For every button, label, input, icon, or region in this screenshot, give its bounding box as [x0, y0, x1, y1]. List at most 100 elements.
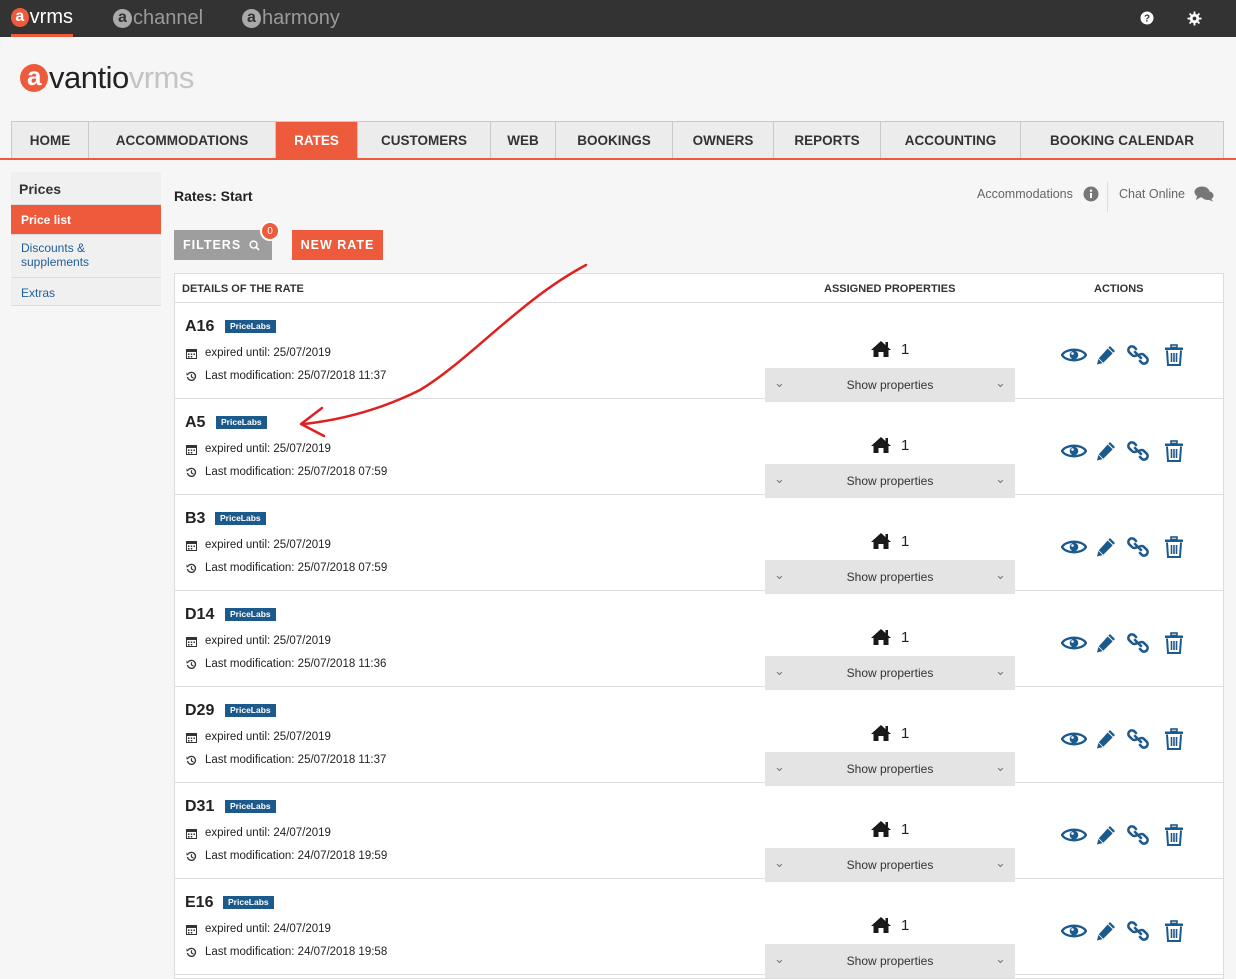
view-icon[interactable] — [1058, 343, 1090, 367]
accommodations-link[interactable]: Accommodations — [977, 186, 1099, 202]
sidebar-item-discounts[interactable]: Discounts & supplements — [11, 234, 161, 277]
show-properties-dropdown[interactable]: ⌄ Show properties ⌄ — [765, 656, 1015, 690]
pricelabs-tag: PriceLabs — [215, 512, 266, 525]
nav-reports[interactable]: REPORTS — [774, 122, 881, 159]
show-properties-dropdown[interactable]: ⌄ Show properties ⌄ — [765, 752, 1015, 786]
header-actions: ACTIONS — [1094, 283, 1144, 295]
divider — [1107, 182, 1108, 212]
pricelabs-tag: PriceLabs — [225, 704, 276, 717]
expiry-text: expired until: 24/07/2019 — [205, 827, 331, 839]
modified-text: Last modification: 25/07/2018 11:36 — [205, 658, 387, 670]
chat-icon — [1194, 186, 1214, 202]
link-icon[interactable] — [1122, 439, 1154, 463]
sidebar: Prices Price list Discounts & supplement… — [11, 172, 161, 306]
filters-count-badge: 0 — [260, 221, 280, 241]
nav-accounting[interactable]: ACCOUNTING — [881, 122, 1021, 159]
edit-icon[interactable] — [1090, 727, 1122, 751]
edit-icon[interactable] — [1090, 343, 1122, 367]
home-icon — [870, 916, 892, 934]
rate-name[interactable]: E16 — [185, 894, 213, 912]
property-count: 1 — [901, 437, 910, 454]
modified-text: Last modification: 25/07/2018 07:59 — [205, 466, 388, 478]
gear-icon[interactable] — [1184, 8, 1204, 28]
view-icon[interactable] — [1058, 631, 1090, 655]
table-header: DETAILS OF THE RATE ASSIGNED PROPERTIES … — [175, 274, 1223, 303]
show-properties-dropdown[interactable]: ⌄ Show properties ⌄ — [765, 368, 1015, 402]
app-tab-vrms[interactable]: a vrms — [11, 0, 73, 37]
delete-icon[interactable] — [1158, 919, 1190, 943]
link-icon[interactable] — [1122, 343, 1154, 367]
history-icon — [185, 563, 198, 574]
help-icon[interactable]: ? — [1137, 8, 1157, 28]
rate-name[interactable]: A16 — [185, 318, 214, 336]
app-name: vrms — [29, 5, 73, 28]
link-icon[interactable] — [1122, 727, 1154, 751]
delete-icon[interactable] — [1158, 631, 1190, 655]
sidebar-item-price-list[interactable]: Price list — [11, 204, 161, 234]
rate-name[interactable]: D29 — [185, 702, 214, 720]
edit-icon[interactable] — [1090, 439, 1122, 463]
link-icon[interactable] — [1122, 631, 1154, 655]
edit-icon[interactable] — [1090, 823, 1122, 847]
nav-booking-calendar[interactable]: BOOKING CALENDAR — [1021, 122, 1223, 159]
logo-suffix: vrms — [128, 60, 195, 95]
rate-name[interactable]: A5 — [185, 414, 205, 432]
app-tab-harmony[interactable]: a harmony — [242, 0, 340, 37]
property-count: 1 — [901, 341, 910, 358]
modified-line: Last modification: 24/07/2018 19:59 — [185, 850, 387, 862]
app-logo-mark: a — [113, 9, 132, 28]
nav-bookings[interactable]: BOOKINGS — [556, 122, 673, 159]
edit-icon[interactable] — [1090, 631, 1122, 655]
link-icon[interactable] — [1122, 919, 1154, 943]
calendar-icon — [185, 348, 198, 359]
row-actions — [1058, 343, 1190, 367]
modified-line: Last modification: 25/07/2018 11:37 — [185, 370, 386, 382]
link-icon[interactable] — [1122, 535, 1154, 559]
edit-icon[interactable] — [1090, 919, 1122, 943]
show-properties-dropdown[interactable]: ⌄ Show properties ⌄ — [765, 464, 1015, 498]
delete-icon[interactable] — [1158, 727, 1190, 751]
view-icon[interactable] — [1058, 727, 1090, 751]
calendar-icon — [185, 924, 198, 935]
nav-accommodations[interactable]: ACCOMMODATIONS — [89, 122, 276, 159]
avantio-logo[interactable]: a vantio vrms — [20, 60, 194, 96]
modified-text: Last modification: 25/07/2018 07:59 — [205, 562, 388, 574]
show-properties-label: Show properties — [846, 954, 934, 968]
rate-name[interactable]: B3 — [185, 510, 205, 528]
expiry-text: expired until: 24/07/2019 — [205, 923, 331, 935]
filters-button[interactable]: FILTERS — [174, 230, 272, 260]
property-count: 1 — [901, 533, 910, 550]
nav-home[interactable]: HOME — [12, 122, 89, 159]
nav-rates[interactable]: RATES — [276, 122, 358, 159]
edit-icon[interactable] — [1090, 535, 1122, 559]
view-icon[interactable] — [1058, 919, 1090, 943]
expiry-line: expired until: 24/07/2019 — [185, 827, 331, 839]
rate-name[interactable]: D14 — [185, 606, 214, 624]
nav-web[interactable]: WEB — [491, 122, 556, 159]
nav-customers[interactable]: CUSTOMERS — [358, 122, 491, 159]
chevron-down-icon: ⌄ — [995, 567, 1006, 582]
view-icon[interactable] — [1058, 439, 1090, 463]
link-icon[interactable] — [1122, 823, 1154, 847]
delete-icon[interactable] — [1158, 823, 1190, 847]
chat-online-link[interactable]: Chat Online — [1119, 186, 1214, 202]
home-icon — [870, 628, 892, 646]
filters-label: FILTERS — [183, 238, 242, 252]
view-icon[interactable] — [1058, 823, 1090, 847]
view-icon[interactable] — [1058, 535, 1090, 559]
history-icon — [185, 371, 198, 382]
show-properties-dropdown[interactable]: ⌄ Show properties ⌄ — [765, 944, 1015, 978]
delete-icon[interactable] — [1158, 343, 1190, 367]
app-tab-channel[interactable]: a channel — [113, 0, 203, 37]
nav-owners[interactable]: OWNERS — [673, 122, 774, 159]
delete-icon[interactable] — [1158, 439, 1190, 463]
accommodations-label: Accommodations — [977, 187, 1073, 201]
show-properties-dropdown[interactable]: ⌄ Show properties ⌄ — [765, 848, 1015, 882]
show-properties-dropdown[interactable]: ⌄ Show properties ⌄ — [765, 560, 1015, 594]
delete-icon[interactable] — [1158, 535, 1190, 559]
rate-name[interactable]: D31 — [185, 798, 214, 816]
new-rate-button[interactable]: NEW RATE — [292, 230, 383, 260]
sidebar-item-extras[interactable]: Extras — [11, 277, 161, 306]
calendar-icon — [185, 732, 198, 743]
row-actions — [1058, 919, 1190, 943]
